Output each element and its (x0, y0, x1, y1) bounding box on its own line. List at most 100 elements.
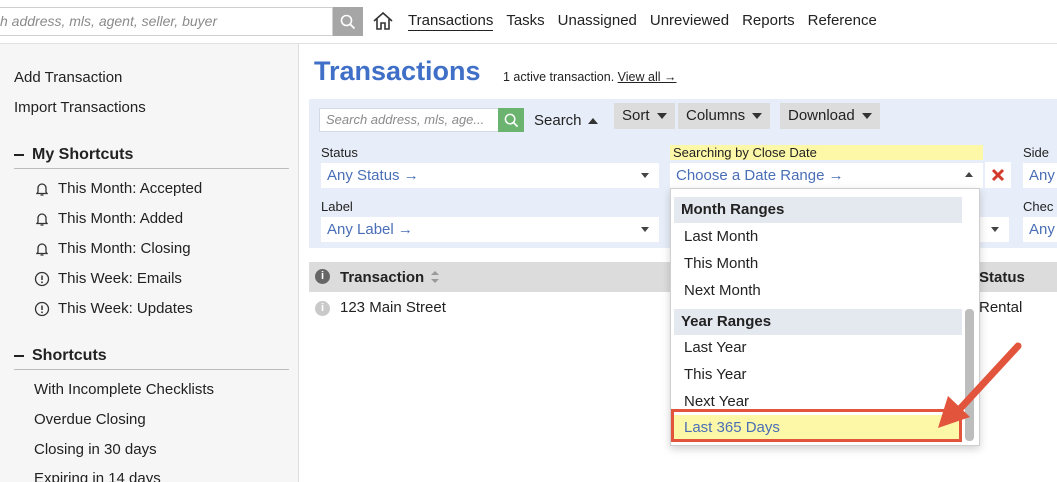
chevron-down-icon (641, 173, 649, 178)
search-toggle[interactable]: Search (534, 112, 598, 129)
sort-icon[interactable] (430, 270, 440, 284)
option-last-month[interactable]: Last Month (684, 228, 758, 245)
import-transactions-link[interactable]: Import Transactions (14, 99, 146, 116)
columns-label: Columns (686, 107, 746, 124)
chevron-up-icon (965, 172, 973, 177)
bell-icon (35, 182, 49, 196)
shortcut-overdue-closing[interactable]: Overdue Closing (34, 411, 146, 428)
shortcut-this-month-accepted[interactable]: This Month: Accepted (34, 180, 202, 197)
alert-circle-icon (34, 271, 50, 286)
date-filter-label: Searching by Close Date (670, 145, 983, 160)
shortcut-expiring-14-days[interactable]: Expiring in 14 days (34, 470, 161, 482)
nav-reference[interactable]: Reference (808, 12, 877, 31)
side-filter-select[interactable]: Any (1023, 163, 1057, 188)
label-filter-select[interactable]: Any Label → (321, 217, 659, 242)
search-icon (504, 113, 518, 127)
shortcut-closing-30-days[interactable]: Closing in 30 days (34, 441, 157, 458)
global-search-button[interactable] (333, 7, 363, 36)
transaction-address[interactable]: 123 Main Street (340, 299, 446, 316)
status-filter-select[interactable]: Any Status → (321, 163, 659, 188)
view-all-link[interactable]: View all → (618, 70, 677, 84)
active-count-text: 1 active transaction. (503, 70, 615, 84)
option-last-year[interactable]: Last Year (684, 339, 747, 356)
bell-icon (35, 242, 49, 256)
shortcut-this-month-closing[interactable]: This Month: Closing (34, 240, 191, 257)
date-range-value: Choose a Date Range → (676, 167, 844, 184)
alert-circle-icon (34, 301, 50, 316)
collapse-icon (14, 355, 24, 357)
option-this-month[interactable]: This Month (684, 255, 758, 272)
chevron-down-icon (752, 113, 763, 120)
clear-date-button[interactable] (985, 162, 1011, 188)
sort-button[interactable]: Sort (614, 103, 675, 129)
transaction-status: Rental (979, 299, 1023, 316)
option-next-year[interactable]: Next Year (684, 393, 749, 410)
table-search-button[interactable] (498, 108, 524, 132)
table-toolbar: Search address, mls, age... Search Sort … (309, 99, 1057, 137)
status-filter-value: Any Status → (327, 167, 419, 184)
search-toggle-label: Search (534, 112, 582, 129)
shortcut-label: This Week: Emails (58, 270, 182, 287)
page-title: Transactions (314, 56, 481, 86)
column-header-status[interactable]: Status (979, 269, 1025, 286)
nav-reports[interactable]: Reports (742, 12, 795, 31)
option-this-year[interactable]: This Year (684, 366, 747, 383)
shortcuts-heading[interactable]: Shortcuts (14, 347, 107, 365)
shortcut-this-week-emails[interactable]: This Week: Emails (34, 270, 182, 287)
columns-button[interactable]: Columns (678, 103, 771, 129)
dropdown-scrollbar[interactable] (965, 309, 974, 441)
divider (14, 369, 289, 370)
nav-unassigned[interactable]: Unassigned (558, 12, 637, 31)
info-icon[interactable]: i (315, 269, 330, 284)
top-bar: h address, mls, agent, seller, buyer Tra… (0, 0, 1057, 44)
global-search-input[interactable]: h address, mls, agent, seller, buyer (0, 7, 333, 36)
annotation-highlight-box (671, 409, 962, 442)
shortcuts-title: Shortcuts (32, 347, 107, 364)
info-icon[interactable]: i (315, 301, 330, 316)
option-next-month[interactable]: Next Month (684, 282, 761, 299)
my-shortcuts-title: My Shortcuts (32, 146, 134, 163)
column-header-transaction[interactable]: Transaction (340, 269, 424, 286)
home-icon[interactable] (372, 10, 394, 32)
side-filter-label: Side (1023, 145, 1050, 160)
active-count-note: 1 active transaction. View all → (503, 70, 676, 84)
chevron-down-icon (991, 227, 999, 232)
nav-tasks[interactable]: Tasks (506, 12, 544, 31)
collapse-icon (14, 154, 24, 156)
table-search-input[interactable]: Search address, mls, age... (319, 108, 499, 132)
chevron-down-icon (641, 227, 649, 232)
sort-label: Sort (622, 107, 650, 124)
checklist-filter-select[interactable]: Any (1023, 217, 1057, 242)
shortcut-label: This Week: Updates (58, 300, 193, 317)
shortcut-label: This Month: Accepted (58, 180, 203, 197)
dropdown-group-month: Month Ranges (674, 197, 962, 223)
sidebar: Add Transaction Import Transactions My S… (0, 44, 299, 482)
shortcut-this-week-updates[interactable]: This Week: Updates (34, 300, 193, 317)
dropdown-group-year: Year Ranges (674, 309, 962, 335)
nav-unreviewed[interactable]: Unreviewed (650, 12, 729, 31)
status-filter-label: Status (321, 145, 358, 160)
shortcut-this-month-added[interactable]: This Month: Added (34, 210, 183, 227)
shortcut-incomplete-checklists[interactable]: With Incomplete Checklists (34, 381, 214, 398)
bell-icon (35, 212, 49, 226)
app-root: h address, mls, agent, seller, buyer Tra… (0, 0, 1057, 482)
my-shortcuts-heading[interactable]: My Shortcuts (14, 146, 133, 164)
download-button[interactable]: Download (780, 103, 880, 129)
date-range-dropdown: Month Ranges Last Month This Month Next … (670, 188, 980, 446)
date-range-select[interactable]: Choose a Date Range → (670, 163, 983, 188)
chevron-up-icon (587, 118, 598, 125)
side-filter-value: Any (1029, 167, 1055, 184)
checklist-filter-label: Chec (1023, 199, 1054, 214)
shortcut-label: This Month: Closing (58, 240, 191, 257)
add-transaction-link[interactable]: Add Transaction (14, 69, 122, 86)
label-filter-label: Label (321, 199, 353, 214)
divider (14, 168, 289, 169)
download-label: Download (788, 107, 855, 124)
shortcut-label: This Month: Added (58, 210, 184, 227)
main-nav: Transactions Tasks Unassigned Unreviewed… (408, 12, 877, 31)
checklist-filter-value: Any (1029, 221, 1055, 238)
label-filter-value: Any Label → (327, 221, 413, 238)
nav-transactions[interactable]: Transactions (408, 12, 494, 31)
chevron-down-icon (656, 113, 667, 120)
search-icon (340, 14, 356, 29)
